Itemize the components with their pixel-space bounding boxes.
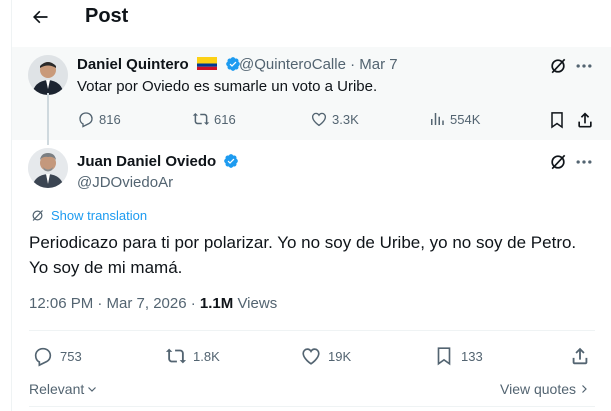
view-quotes-label: View quotes	[500, 381, 577, 397]
author-name[interactable]: Daniel Quintero	[77, 56, 189, 73]
like-button[interactable]: 3.3K	[310, 110, 359, 128]
author-handle[interactable]: @QuinteroCalle	[239, 56, 346, 73]
like-count: 19K	[328, 348, 352, 364]
avatar[interactable]	[28, 148, 68, 188]
views-count: 554K	[450, 111, 481, 127]
avatar-photo-icon	[28, 55, 68, 95]
header-bar: Post	[12, 0, 611, 34]
avatar[interactable]	[28, 55, 68, 95]
repost-icon	[192, 113, 210, 125]
like-icon	[302, 348, 320, 365]
author-handle[interactable]: @JDOviedoAr	[77, 174, 173, 191]
divider	[29, 330, 595, 331]
views-icon	[431, 113, 444, 125]
view-quotes-link[interactable]: View quotes	[500, 381, 590, 397]
post-page: Post Daniel Quintero @QuinteroCalle · Ma…	[11, 0, 611, 411]
like-icon	[311, 112, 327, 127]
share-icon[interactable]	[575, 110, 595, 130]
bookmark-icon	[437, 347, 451, 366]
bookmark-button[interactable]: 133	[433, 345, 483, 367]
grok-icon[interactable]	[548, 56, 568, 76]
thread-connector-line	[47, 93, 49, 145]
colombia-flag-icon	[196, 57, 217, 70]
more-icon[interactable]	[574, 56, 594, 76]
post-text: Periodicazo para ti por polarizar. Yo no…	[29, 233, 577, 277]
chevron-down-icon	[88, 387, 97, 392]
show-translation-label: Show translation	[51, 208, 148, 223]
post-time[interactable]: 12:06 PM · Mar 7, 2026 ·	[29, 295, 196, 312]
translate-icon	[32, 210, 43, 221]
reply-button[interactable]: 816	[77, 110, 121, 128]
views-count: 1.1M	[199, 295, 234, 312]
more-icon[interactable]	[574, 152, 594, 172]
reply-button[interactable]: 753	[32, 345, 82, 367]
bookmark-icon[interactable]	[547, 110, 567, 130]
reply-icon	[34, 347, 52, 367]
show-translation-link[interactable]: Show translation	[30, 208, 147, 223]
views-button[interactable]: 554K	[428, 110, 480, 128]
post-text: Votar por Oviedo es sumarle un voto a Ur…	[77, 78, 378, 95]
author-name[interactable]: Juan Daniel Oviedo	[77, 153, 216, 170]
reply-icon	[79, 112, 93, 128]
back-arrow-icon[interactable]	[30, 7, 50, 27]
sort-label: Relevant	[29, 381, 85, 397]
avatar-photo-icon	[28, 148, 68, 188]
like-button[interactable]: 19K	[300, 345, 351, 367]
grok-icon[interactable]	[548, 152, 568, 172]
reply-count: 753	[60, 348, 82, 364]
like-count: 3.3K	[332, 111, 359, 127]
views-label: Views	[237, 295, 278, 312]
page-title: Post	[85, 5, 129, 27]
verified-icon	[224, 154, 239, 168]
bookmark-count: 133	[461, 348, 483, 364]
repost-button[interactable]: 1.8K	[165, 345, 220, 367]
divider	[29, 406, 595, 407]
chevron-right-icon	[582, 385, 587, 393]
repost-count: 1.8K	[193, 348, 220, 364]
repost-count: 616	[214, 111, 236, 127]
post-timestamp: 12:06 PM · Mar 7, 2026 · 1.1M Views	[29, 295, 277, 312]
post-date[interactable]: · Mar 7	[350, 56, 398, 73]
repost-button[interactable]: 616	[192, 110, 236, 128]
reply-count: 816	[99, 111, 121, 127]
parent-post[interactable]: Daniel Quintero @QuinteroCalle · Mar 7 V…	[12, 47, 611, 140]
repost-icon	[165, 348, 187, 364]
share-icon[interactable]	[569, 345, 591, 367]
sort-dropdown[interactable]: Relevant	[29, 381, 98, 397]
